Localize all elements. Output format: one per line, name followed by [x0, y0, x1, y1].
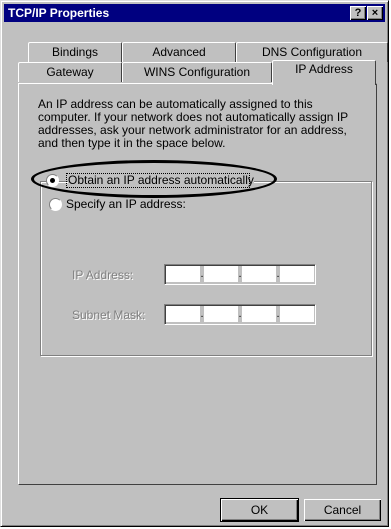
- mask-octet-2[interactable]: [204, 306, 238, 322]
- radio-obtain-auto[interactable]: [46, 174, 59, 187]
- close-button[interactable]: ×: [367, 6, 383, 20]
- mask-octet-4[interactable]: [280, 306, 314, 322]
- ip-address-label: IP Address:: [72, 268, 134, 282]
- description-text: An IP address can be automatically assig…: [38, 97, 348, 150]
- subnet-mask-field[interactable]: . . .: [164, 304, 316, 325]
- ok-button[interactable]: OK: [220, 498, 299, 522]
- subnet-mask-label: Subnet Mask:: [72, 308, 146, 322]
- radio-specify-label[interactable]: Specify an IP address:: [66, 197, 189, 211]
- cancel-button[interactable]: Cancel: [304, 499, 381, 521]
- mask-octet-1[interactable]: [166, 306, 200, 322]
- tab-wins-configuration[interactable]: WINS Configuration: [122, 62, 272, 82]
- ip-octet-4[interactable]: [280, 266, 314, 282]
- title-bar[interactable]: TCP/IP Properties ? ×: [4, 4, 385, 22]
- mask-octet-3[interactable]: [242, 306, 276, 322]
- ip-address-field[interactable]: . . .: [164, 264, 316, 285]
- ip-octet-2[interactable]: [204, 266, 238, 282]
- tab-dns-configuration[interactable]: DNS Configuration: [236, 42, 388, 62]
- tab-ip-address[interactable]: IP Address: [272, 60, 376, 85]
- ip-octet-3[interactable]: [242, 266, 276, 282]
- ip-octet-1[interactable]: [166, 266, 200, 282]
- help-button[interactable]: ?: [350, 6, 366, 20]
- tab-bindings[interactable]: Bindings: [28, 42, 122, 62]
- tab-gateway[interactable]: Gateway: [18, 62, 122, 82]
- window-title: TCP/IP Properties: [8, 6, 110, 20]
- radio-selected-dot: [50, 178, 55, 183]
- tab-advanced[interactable]: Advanced: [122, 42, 236, 62]
- radio-obtain-auto-label[interactable]: Obtain an IP address automatically: [68, 173, 254, 187]
- radio-specify[interactable]: [49, 198, 62, 211]
